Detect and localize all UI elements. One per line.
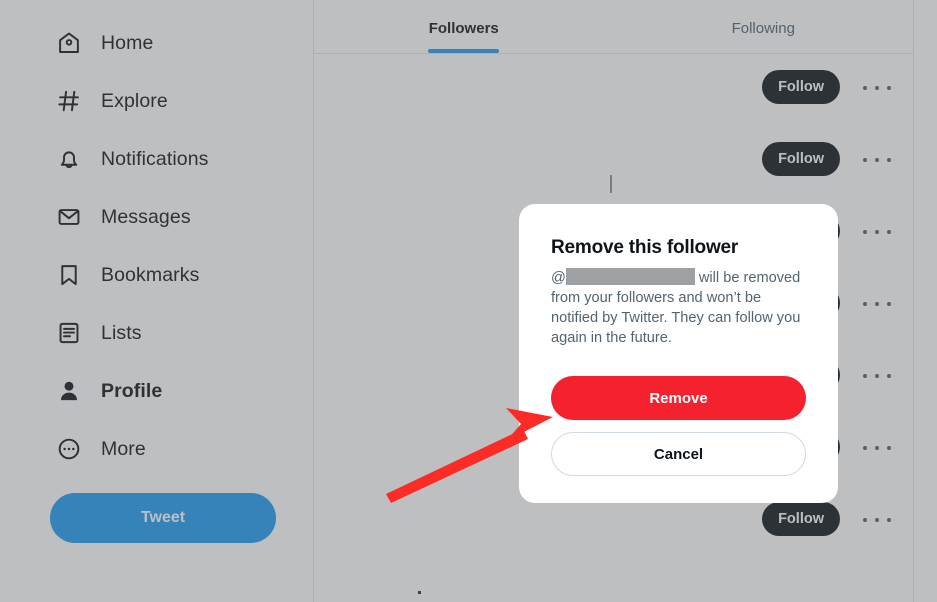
dialog-actions: Remove Cancel <box>551 376 806 476</box>
dialog-description: @ will be removed from your followers an… <box>551 268 806 348</box>
cancel-button[interactable]: Cancel <box>551 432 806 476</box>
dialog-title: Remove this follower <box>551 237 739 258</box>
handle-prefix: @ <box>551 270 566 286</box>
remove-button[interactable]: Remove <box>551 376 806 420</box>
remove-follower-dialog: Remove this follower @ will be removed f… <box>519 204 838 503</box>
twitter-followers-screen: Home Explore Notifications Messages Book… <box>0 0 937 602</box>
redacted-username <box>565 268 695 285</box>
